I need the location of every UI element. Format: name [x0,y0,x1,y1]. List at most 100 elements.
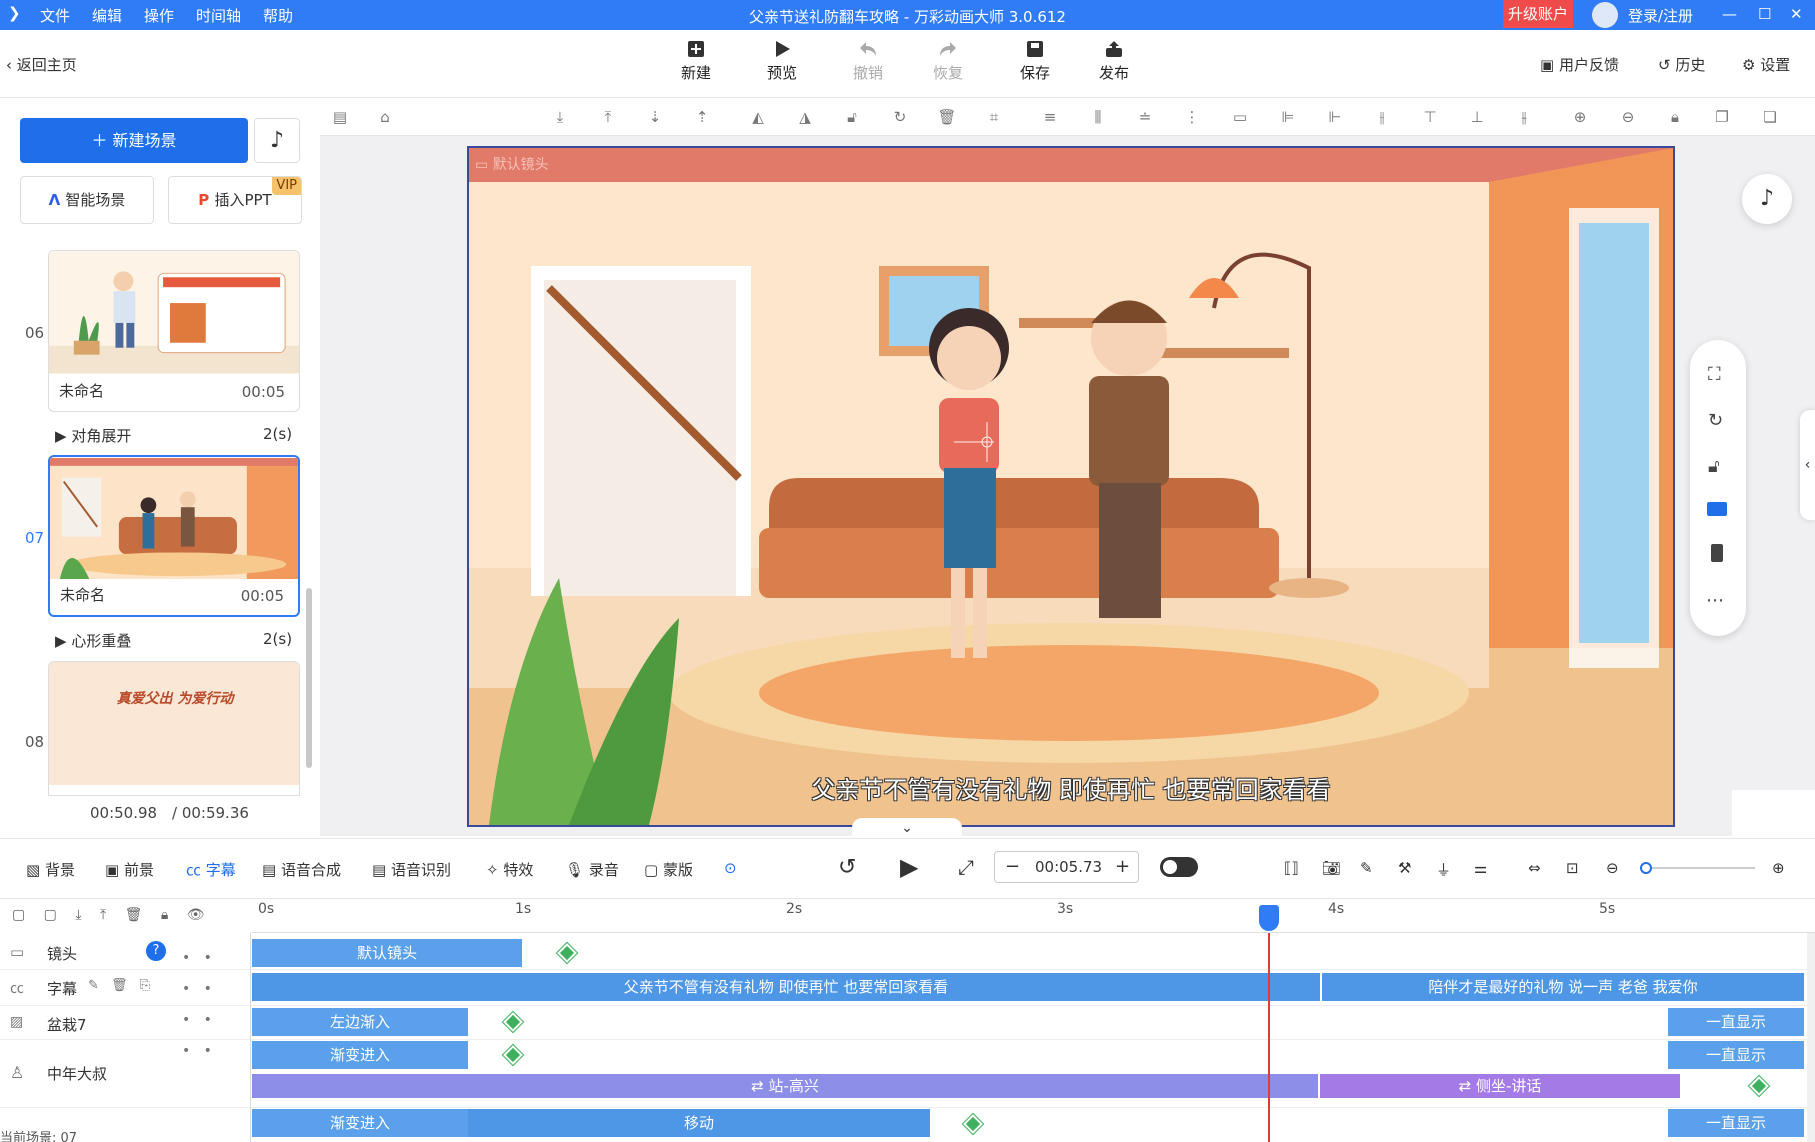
format-brush-icon[interactable]: ▤ [330,108,350,126]
playhead-line[interactable] [1268,933,1270,1142]
move-up-icon[interactable]: ⇡ [692,108,712,126]
split-icon[interactable]: ⚒ [1398,859,1411,877]
man-enter-clip[interactable]: 渐变进入 [252,1041,468,1069]
subtitle-button[interactable]: ㏄ 字幕 [186,859,236,880]
enter-clip[interactable]: 渐变进入 [252,1109,468,1137]
fullscreen-icon[interactable]: ⤢ [958,855,974,879]
mask-button[interactable]: ▢ 蒙版 [644,859,693,880]
settings-button[interactable]: ⚙ 设置 [1742,54,1790,75]
close-icon[interactable]: ✕ [1790,5,1803,23]
align-vcenter-icon[interactable]: ⫳ [1514,108,1534,126]
paste-icon[interactable]: ❏ [1760,108,1780,126]
music-button[interactable]: ♪ [254,118,300,163]
move-bottom-icon[interactable]: ⤓ [550,108,570,126]
toggle-switch[interactable] [1160,857,1198,877]
foreground-button[interactable]: ▣ 前景 [105,859,154,880]
transition-row[interactable]: ▶︎ 心形重叠 2(s) [55,630,292,651]
copy-icon[interactable]: ❐ [1712,108,1732,126]
background-button[interactable]: ▧ 背景 [26,859,75,880]
subtitle-clip-1[interactable]: 父亲节不管有没有礼物 即使再忙 也要常回家看看 [252,973,1320,1001]
new-button[interactable]: 新建 [666,40,726,83]
stage-canvas[interactable]: ▭ 默认镜头 父亲节不管有没有礼物 即使再忙 也要常回家看看 [467,146,1675,827]
minus-icon[interactable]: − [1005,856,1020,877]
keyframe-icon[interactable]: ⟦⟧ [1284,859,1299,877]
ratio-icon[interactable]: ⊡ [1566,859,1579,877]
align-right-icon[interactable]: ⊩ [1325,108,1345,126]
music-float-icon[interactable]: ♪ [1742,174,1792,224]
zoom-in-timeline-icon[interactable]: ⊕ [1772,859,1785,877]
keyframe-add-icon[interactable] [503,1012,523,1032]
help-icon[interactable]: ? [146,941,166,961]
rotate-icon[interactable]: ↻ [890,108,910,126]
timeline-scrollbar[interactable] [1807,933,1815,1142]
plant-enter-clip[interactable]: 左边渐入 [252,1008,468,1036]
minimize-icon[interactable]: — [1722,5,1737,23]
maximize-icon[interactable]: ☐ [1758,5,1771,23]
always-clip[interactable]: 一直显示 [1668,1109,1804,1137]
keyframe-add-icon[interactable] [1749,1076,1769,1096]
dist-v-icon[interactable]: ⋮ [1182,108,1202,126]
more-icon[interactable]: ⋯ [1706,590,1724,611]
flip-h-icon[interactable]: ◭ [748,108,768,126]
move-down-icon[interactable]: ⇣ [645,108,665,126]
rotate-icon[interactable]: ↻ [1708,410,1723,431]
zoom-in-icon[interactable]: ⊕ [1570,108,1590,126]
track-dots[interactable]: • • • • • • • • [182,943,212,1067]
keyframe-add-icon[interactable] [963,1114,983,1134]
move-clip[interactable]: 移动 [468,1109,930,1137]
playhead-handle[interactable] [1259,905,1279,931]
edit-icon[interactable]: ✎ [1360,859,1373,877]
unlock-icon[interactable]: 🔒︎ [1665,108,1685,126]
lock-icon[interactable]: 🔓︎ [842,108,862,126]
user-feedback-button[interactable]: ▣ 用户反馈 [1540,54,1619,75]
record-button[interactable]: 🎙︎ 录音 [565,859,619,880]
subtitle-clip-2[interactable]: 陪伴才是最好的礼物 说一声 老爸 我爱你 [1322,973,1804,1001]
zoom-slider-handle[interactable] [1640,862,1652,874]
upgrade-account-button[interactable]: 升级账户 [1503,0,1573,28]
speech-recognition-button[interactable]: ▤ 语音识别 [372,859,451,880]
minimap-icon[interactable] [1732,790,1815,836]
rewind-icon[interactable]: ↺ [838,855,856,880]
keyframe-add-icon[interactable] [503,1045,523,1065]
camera-clip[interactable]: 默认镜头 [252,939,522,967]
redo-button[interactable]: 恢复 [918,40,978,83]
chevron-down-icon[interactable]: ⌄ [852,818,962,838]
avatar-icon[interactable] [1592,2,1618,28]
portrait-icon[interactable] [1711,544,1723,562]
zoom-slider[interactable] [1640,862,1755,874]
move-top-icon[interactable]: ⤒ [598,108,618,126]
align-center-icon[interactable]: ≡ [1040,108,1060,126]
play-button[interactable]: ▶ [900,853,918,881]
align-left-icon[interactable]: ⊫ [1278,108,1298,126]
plus-icon[interactable]: + [1115,856,1130,877]
transition-row[interactable]: ▶︎ 对角展开 2(s) [55,425,292,446]
effects-button[interactable]: ✧ 特效 [486,859,533,880]
align-hcenter-icon[interactable]: ⫲ [1372,108,1392,126]
new-scene-button[interactable]: ＋ 新建场景 [20,118,248,163]
crop-icon[interactable]: ⌗ [984,108,1004,126]
filter-icon[interactable]: ⏚ [1436,859,1451,880]
timecode-value[interactable]: 00:05.73 [1035,858,1102,876]
more-tools-icon[interactable]: ⊙ [724,859,737,877]
dist-h-icon[interactable]: ≐ [1135,108,1155,126]
time-ruler[interactable]: 0s 1s 2s 3s 4s 5s [252,899,1815,933]
lock-icon[interactable]: 🔓︎ [1708,456,1720,477]
align-bottom-icon[interactable]: ⊥ [1467,108,1487,126]
camera-snap-icon[interactable]: 📷︎ [1322,859,1341,877]
man-action-talk[interactable]: ⇄ 侧坐-讲话 [1320,1074,1680,1098]
scene-card-07[interactable]: 未命名 00:05 [48,455,300,617]
keyframe-add-icon[interactable] [557,943,577,963]
tts-button[interactable]: ▤ 语音合成 [262,859,341,880]
subtitle-track-tools[interactable]: ✎ 🗑︎ ⎘ [88,978,150,993]
home-icon[interactable]: ⌂ [375,108,395,126]
zoom-out-timeline-icon[interactable]: ⊖ [1606,859,1619,877]
fit-screen-icon[interactable]: ⛶ [1708,364,1721,385]
history-button[interactable]: ↺ 历史 [1658,54,1705,75]
save-button[interactable]: 保存 [1005,40,1065,83]
smart-scene-button[interactable]: Ʌ 智能场景 [20,176,154,224]
collapse-right-panel-icon[interactable]: ‹ [1800,410,1815,520]
publish-button[interactable]: 发布 [1084,40,1144,83]
undo-button[interactable]: 撤销 [838,40,898,83]
login-register-link[interactable]: 登录/注册 [1628,5,1693,26]
preview-button[interactable]: 预览 [752,40,812,83]
